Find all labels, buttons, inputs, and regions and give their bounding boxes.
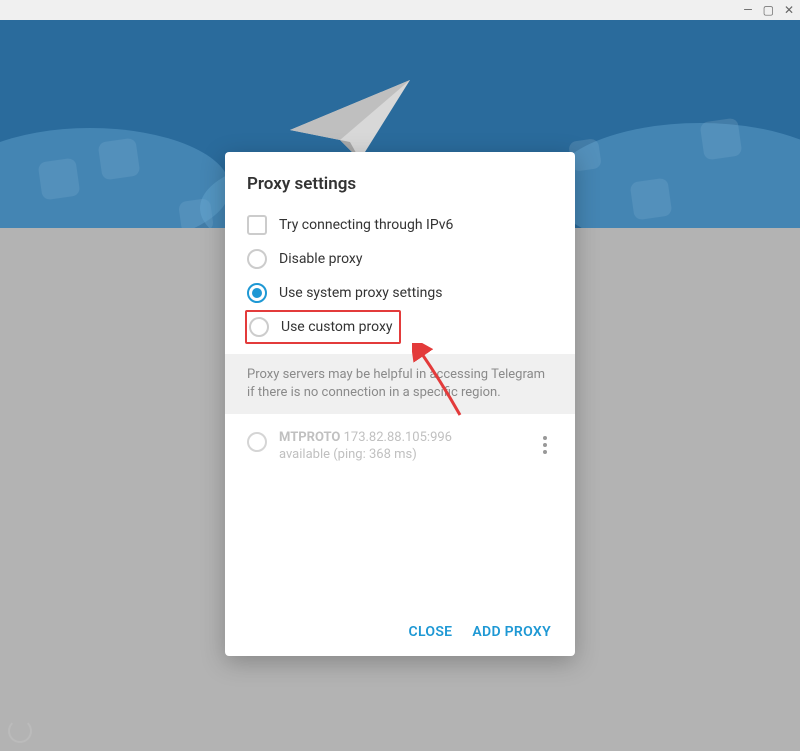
close-button[interactable]: CLOSE [409, 624, 453, 640]
proxy-settings-dialog: Proxy settings Try connecting through IP… [225, 152, 575, 656]
option-label: Disable proxy [279, 251, 362, 267]
option-ipv6[interactable]: Try connecting through IPv6 [243, 208, 557, 242]
window-maximize-icon[interactable]: ▢ [763, 3, 774, 17]
dialog-actions: CLOSE ADD PROXY [225, 608, 575, 656]
option-custom-proxy[interactable]: Use custom proxy [243, 310, 557, 344]
proxy-status: available (ping: 368 ms) [279, 447, 525, 462]
radio-icon [247, 432, 267, 452]
annotation-highlight: Use custom proxy [245, 310, 401, 344]
checkbox-icon [247, 215, 267, 235]
proxy-protocol: MTPROTO [279, 430, 340, 445]
proxy-address: 173.82.88.105:996 [344, 430, 452, 445]
proxy-details: MTPROTO 173.82.88.105:996 available (pin… [279, 430, 525, 462]
option-disable-proxy[interactable]: Disable proxy [243, 242, 557, 276]
options-list: Try connecting through IPv6 Disable prox… [225, 208, 575, 354]
window-titlebar: — ▢ ✕ [0, 0, 800, 20]
dialog-title: Proxy settings [225, 152, 575, 208]
option-label: Try connecting through IPv6 [279, 217, 453, 233]
radio-icon [247, 283, 267, 303]
proxy-entry[interactable]: MTPROTO 173.82.88.105:996 available (pin… [225, 414, 575, 478]
info-text: Proxy servers may be helpful in accessin… [225, 354, 575, 414]
option-label: Use custom proxy [281, 319, 393, 335]
radio-icon [249, 317, 269, 337]
add-proxy-button[interactable]: ADD PROXY [472, 624, 551, 640]
window-minimize-icon[interactable]: — [743, 3, 752, 17]
option-system-proxy[interactable]: Use system proxy settings [243, 276, 557, 310]
window-close-icon[interactable]: ✕ [784, 3, 794, 17]
radio-icon [247, 249, 267, 269]
loading-spinner-icon [8, 719, 32, 743]
kebab-menu-icon[interactable] [537, 430, 553, 454]
option-label: Use system proxy settings [279, 285, 442, 301]
